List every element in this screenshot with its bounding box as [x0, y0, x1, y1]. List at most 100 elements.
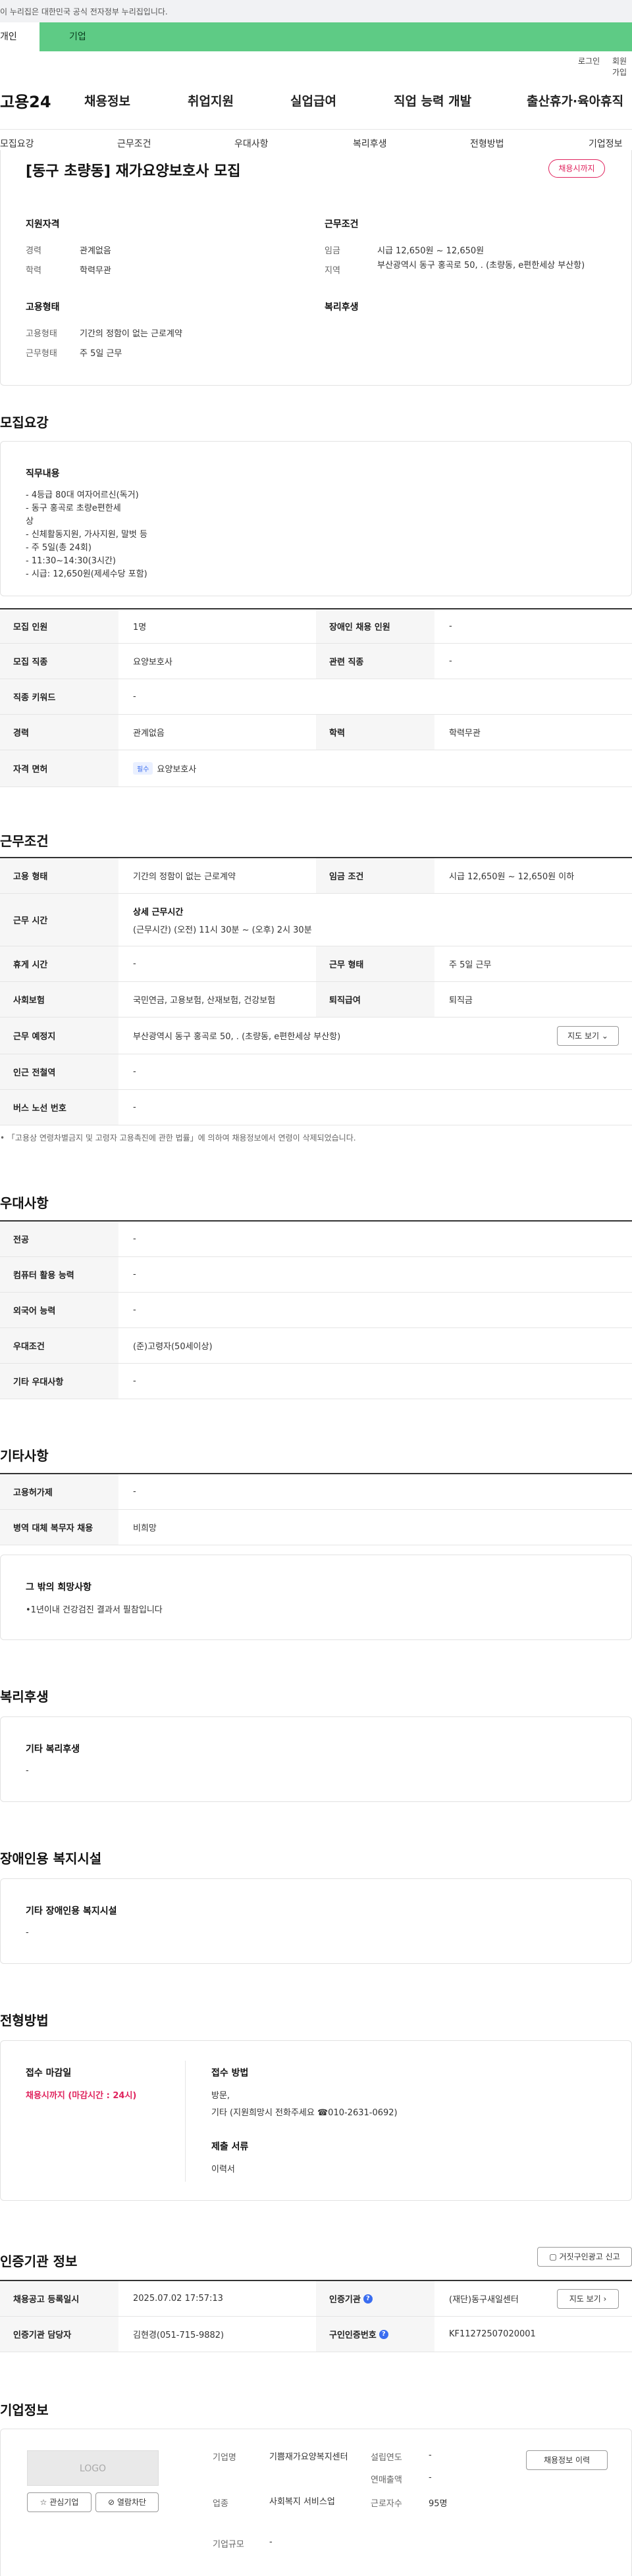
anchor-selection[interactable]: 전형방법	[470, 137, 504, 150]
block-view-button[interactable]: ⊘ 열람차단	[95, 2492, 159, 2512]
founded-value: -	[429, 2450, 432, 2460]
company-logo: LOGO	[27, 2450, 159, 2486]
disabled-box-value: -	[26, 1928, 29, 1938]
disabled-section-title: 장애인용 복지시설	[0, 1851, 102, 1867]
row-value: 국민연금, 고용보험, 산재보험, 건강보험	[133, 996, 276, 1006]
favorite-company-button[interactable]: ☆ 관심기업	[27, 2492, 92, 2512]
row-value: -	[133, 1234, 136, 1244]
row-label: 외국어 능력	[0, 1293, 118, 1327]
hope-value: •1년이내 건강검진 결과서 필참입니다	[26, 1605, 163, 1615]
job-title: [동구 초량동] 재가요양보호사 모집	[26, 163, 241, 180]
row-label: 고용허가제	[0, 1474, 118, 1509]
table-row: 모집 직종 요양보호사 관련 직종 -	[0, 644, 632, 679]
gnb-item-employment-support[interactable]: 취업지원	[188, 91, 234, 109]
tab-company[interactable]: 기업	[40, 22, 632, 51]
table-row: 컴퓨터 활용 능력 -	[0, 1257, 632, 1293]
docs-title: 제출 서류	[211, 2142, 249, 2152]
table-row: 경력 관계없음 학력 학력무관	[0, 715, 632, 750]
anchor-recruit[interactable]: 모집요강	[0, 137, 34, 150]
chevron-right-icon: ›	[603, 2294, 607, 2304]
duty-line: - 4등급 80대 여자어르신(독거)	[26, 490, 139, 500]
info-icon[interactable]: ?	[379, 2329, 388, 2339]
row-label: 기타 우대사항	[0, 1364, 118, 1399]
pref-section-title: 우대사항	[0, 1195, 49, 1211]
edu-label: 학력	[26, 266, 41, 276]
row-label: 모집 직종	[0, 644, 118, 679]
work-table: 고용 형태 기간의 정함이 없는 근로계약 임금 조건 시급 12,650원 ~…	[0, 857, 632, 1127]
anchor-work-conditions[interactable]: 근무조건	[117, 137, 151, 150]
row-label: 자격 면허	[0, 750, 118, 786]
anchor-company[interactable]: 기업정보	[589, 137, 623, 150]
size-value: -	[269, 2537, 273, 2547]
info-icon[interactable]: ?	[363, 2294, 373, 2304]
table-row: 근무 예정지 부산광역시 동구 홍곡로 50, . (초량동, e편한세상 부산…	[0, 1018, 632, 1054]
selection-card: 접수 마감일 채용시까지 (마감시간 : 24시) 접수 방법 방문, 기타 (…	[0, 2040, 632, 2201]
duty-title: 직무내용	[26, 469, 60, 479]
num-label-text: 구인인증번호	[329, 2331, 377, 2340]
welfare-box-value: -	[26, 1766, 29, 1776]
cond-title: 근무조건	[325, 219, 359, 230]
row-value: 요양보호사	[133, 657, 172, 667]
method-line: 방문,	[211, 2091, 230, 2101]
disabled-box-title: 기타 장애인용 복지시설	[26, 1906, 117, 1917]
founded-label: 설립연도	[371, 2453, 402, 2463]
qual-title: 지원자격	[26, 219, 60, 230]
tab-personal[interactable]: 개인	[0, 22, 40, 51]
row-value: 기간의 정함이 없는 근로계약	[133, 872, 236, 882]
gnb-item-unemployment[interactable]: 실업급여	[290, 91, 336, 109]
row-value: 관계없음	[133, 729, 165, 738]
agency-map-button[interactable]: 지도 보기 ›	[557, 2289, 619, 2309]
row-label: 장애인 채용 인원	[316, 609, 434, 643]
row-label: 우대조건	[0, 1328, 118, 1363]
hope-card: 그 밖의 희망사항 •1년이내 건강검진 결과서 필참입니다	[0, 1555, 632, 1640]
report-fake-ad-button[interactable]: ▢ 거짓구인광고 신고	[537, 2247, 632, 2267]
row-label: 버스 노선 번호	[0, 1090, 118, 1125]
row-label: 근무 시간	[0, 894, 118, 946]
career-value: 관계없음	[80, 246, 111, 256]
site-logo[interactable]: 고용24	[0, 89, 51, 112]
job-history-button[interactable]: 채용정보 이력	[526, 2450, 608, 2470]
anchor-preferences[interactable]: 우대사항	[234, 137, 269, 150]
edu-value: 학력무관	[80, 266, 111, 276]
gnb-item-skills[interactable]: 직업 능력 개발	[394, 91, 471, 109]
row-value: (준)고령자(50세이상)	[133, 1342, 213, 1352]
anchor-welfare[interactable]: 복리후생	[353, 137, 387, 150]
row-label: 인증기관?	[316, 2281, 434, 2316]
age-note: • 「고용상 연령차별금지 및 고령자 고용촉진에 관한 법률」에 의하여 채용…	[0, 1133, 356, 1143]
deadline-title: 접수 마감일	[26, 2068, 72, 2078]
row-value: 부산광역시 동구 홍곡로 50, . (초량동, e편한세상 부산항)	[133, 1032, 341, 1042]
gov-banner: 이 누리집은 대한민국 공식 전자정부 누리집입니다.	[0, 0, 632, 22]
employees-label: 근로자수	[371, 2499, 402, 2509]
deadline-badge: 채용시까지	[548, 159, 605, 178]
join-link[interactable]: 회원가입	[612, 55, 632, 78]
chevron-down-icon: ⌄	[601, 1031, 608, 1041]
age-note-text: 「고용상 연령차별금지 및 고령자 고용촉진에 관한 법률」에 의하여 채용정보…	[7, 1133, 356, 1143]
row-value: 시급 12,650원 ~ 12,650원 이하	[449, 872, 575, 882]
emp-type-value: 기간의 정함이 없는 근로계약	[80, 329, 182, 339]
table-row: 기타 우대사항 -	[0, 1364, 632, 1399]
row-value: -	[133, 1102, 136, 1112]
row-value: -	[449, 656, 452, 666]
row-label: 컴퓨터 활용 능력	[0, 1257, 118, 1292]
table-row: 우대조건 (준)고령자(50세이상)	[0, 1328, 632, 1364]
map-button[interactable]: 지도 보기 ⌄	[557, 1026, 619, 1046]
emp-title: 고용형태	[26, 302, 60, 313]
row-label: 사회보험	[0, 982, 118, 1017]
gnb-item-jobs[interactable]: 채용정보	[84, 91, 130, 109]
hours-detail-value: (근무시간) (오전) 11시 30분 ~ (오후) 2시 30분	[133, 925, 312, 935]
row-value: -	[133, 692, 136, 702]
company-card: LOGO ☆ 관심기업 ⊘ 열람차단 기업명 기쁨재가요양복지센터 업종 사회복…	[0, 2429, 632, 2576]
method-title: 접수 방법	[211, 2068, 249, 2078]
emp-type-label: 고용형태	[26, 329, 57, 339]
method-line: 기타 (지원희망시 전화주세요 ☎010-2631-0692)	[211, 2108, 398, 2118]
row-value: 김현경(051-715-9882)	[133, 2331, 224, 2340]
row-value: 비희망	[133, 1524, 157, 1533]
row-value: 주 5일 근무	[449, 960, 492, 970]
login-link[interactable]: 로그인	[578, 55, 600, 66]
row-label: 퇴직급여	[316, 982, 434, 1017]
map-button-label: 지도 보기	[567, 1031, 600, 1041]
gnb-item-parental-leave[interactable]: 출산휴가·육아휴직	[527, 91, 623, 109]
block-icon: ⊘	[107, 2498, 115, 2507]
duty-line: 상	[26, 517, 34, 527]
recruit-section-title: 모집요강	[0, 415, 49, 430]
